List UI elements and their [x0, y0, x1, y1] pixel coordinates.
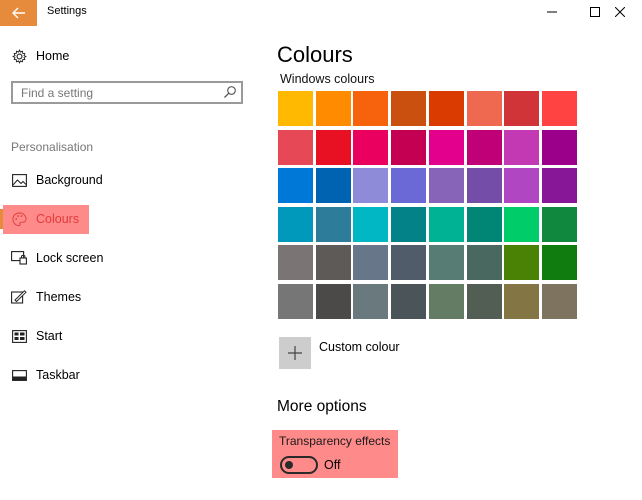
- custom-colour-button[interactable]: [279, 337, 311, 369]
- colour-swatch[interactable]: [467, 207, 502, 242]
- colour-swatch[interactable]: [542, 207, 577, 242]
- colour-swatch[interactable]: [467, 91, 502, 126]
- colour-swatch[interactable]: [278, 168, 313, 203]
- windows-colours-heading: Windows colours: [280, 68, 374, 84]
- colour-swatch[interactable]: [542, 130, 577, 165]
- colour-swatch[interactable]: [542, 284, 577, 319]
- close-button[interactable]: [598, 0, 642, 24]
- colour-swatch[interactable]: [391, 91, 426, 126]
- colour-swatch[interactable]: [467, 168, 502, 203]
- colour-swatch[interactable]: [542, 91, 577, 126]
- colour-swatch[interactable]: [353, 91, 388, 126]
- colour-swatch[interactable]: [316, 207, 351, 242]
- colour-swatch[interactable]: [278, 245, 313, 280]
- colour-swatch[interactable]: [391, 245, 426, 280]
- colour-swatch-grid: [278, 91, 578, 323]
- close-icon: [615, 7, 625, 17]
- colour-swatch[interactable]: [467, 284, 502, 319]
- search-input[interactable]: [13, 83, 221, 102]
- themes-brush-icon: [11, 289, 27, 305]
- section-label-personalisation: Personalisation: [11, 140, 94, 154]
- colour-swatch[interactable]: [316, 245, 351, 280]
- toggle-knob: [285, 461, 293, 469]
- title-bar: Settings: [0, 0, 642, 26]
- colour-swatch[interactable]: [278, 284, 313, 319]
- gear-icon: [11, 48, 27, 64]
- colour-swatch[interactable]: [391, 284, 426, 319]
- minimize-icon: [547, 11, 557, 13]
- sidebar-item-label: Start: [36, 329, 63, 343]
- transparency-effects-label: Transparency effects: [279, 434, 391, 448]
- sidebar-item-start[interactable]: Start: [0, 317, 262, 355]
- sidebar-item-label: Colours: [36, 212, 80, 226]
- colour-swatch[interactable]: [316, 91, 351, 126]
- colour-swatch[interactable]: [504, 245, 539, 280]
- colour-swatch[interactable]: [353, 168, 388, 203]
- colour-swatch[interactable]: [391, 207, 426, 242]
- sidebar-item-label: Home: [36, 49, 70, 63]
- custom-colour-label[interactable]: Custom colour: [319, 340, 400, 354]
- minimize-button[interactable]: [530, 0, 574, 24]
- more-options-heading: More options: [277, 398, 367, 415]
- sidebar-item-taskbar[interactable]: Taskbar: [0, 356, 262, 394]
- transparency-state-label: Off: [324, 458, 341, 472]
- colour-swatch[interactable]: [316, 130, 351, 165]
- colour-swatch[interactable]: [353, 207, 388, 242]
- colour-swatch[interactable]: [504, 284, 539, 319]
- taskbar-icon: [11, 367, 27, 383]
- colour-swatch[interactable]: [467, 245, 502, 280]
- colour-swatch[interactable]: [278, 130, 313, 165]
- transparency-toggle[interactable]: [280, 456, 318, 474]
- lock-screen-icon: [11, 250, 27, 266]
- page-title: Colours: [277, 42, 353, 67]
- search-icon[interactable]: [223, 85, 237, 104]
- colour-swatch[interactable]: [353, 245, 388, 280]
- back-arrow-icon: [11, 7, 25, 19]
- colour-swatch[interactable]: [429, 91, 464, 126]
- colour-swatch[interactable]: [316, 284, 351, 319]
- sidebar-item-label: Themes: [36, 290, 82, 304]
- colour-swatch[interactable]: [391, 168, 426, 203]
- colour-swatch[interactable]: [542, 245, 577, 280]
- back-button[interactable]: [0, 0, 37, 26]
- colour-swatch[interactable]: [504, 168, 539, 203]
- colour-swatch[interactable]: [542, 168, 577, 203]
- palette-icon: [11, 211, 27, 227]
- windows-colours-label: Windows colours: [280, 72, 375, 84]
- colour-swatch[interactable]: [429, 284, 464, 319]
- picture-icon: [11, 172, 27, 188]
- sidebar: Home Personalisation Background: [0, 26, 262, 500]
- colour-swatch[interactable]: [504, 207, 539, 242]
- colour-swatch[interactable]: [391, 130, 426, 165]
- app-title: Settings: [47, 5, 87, 17]
- sidebar-item-lock-screen[interactable]: Lock screen: [0, 239, 262, 277]
- colour-swatch[interactable]: [429, 207, 464, 242]
- sidebar-item-colours[interactable]: Colours: [0, 200, 262, 238]
- search-box[interactable]: [11, 81, 243, 104]
- colour-swatch[interactable]: [467, 130, 502, 165]
- sidebar-item-label: Background: [36, 173, 103, 187]
- sidebar-item-label: Lock screen: [36, 251, 104, 265]
- colour-swatch[interactable]: [278, 91, 313, 126]
- colour-swatch[interactable]: [316, 168, 351, 203]
- colour-swatch[interactable]: [353, 284, 388, 319]
- plus-icon: [288, 346, 302, 360]
- colour-swatch[interactable]: [429, 245, 464, 280]
- start-icon: [11, 328, 27, 344]
- sidebar-item-themes[interactable]: Themes: [0, 278, 262, 316]
- colour-swatch[interactable]: [504, 130, 539, 165]
- sidebar-item-label: Taskbar: [36, 368, 80, 382]
- sidebar-item-background[interactable]: Background: [0, 161, 262, 199]
- sidebar-item-home[interactable]: Home: [0, 37, 262, 75]
- colour-swatch[interactable]: [278, 207, 313, 242]
- colour-swatch[interactable]: [429, 130, 464, 165]
- colour-swatch[interactable]: [429, 168, 464, 203]
- colour-swatch[interactable]: [353, 130, 388, 165]
- colour-swatch[interactable]: [504, 91, 539, 126]
